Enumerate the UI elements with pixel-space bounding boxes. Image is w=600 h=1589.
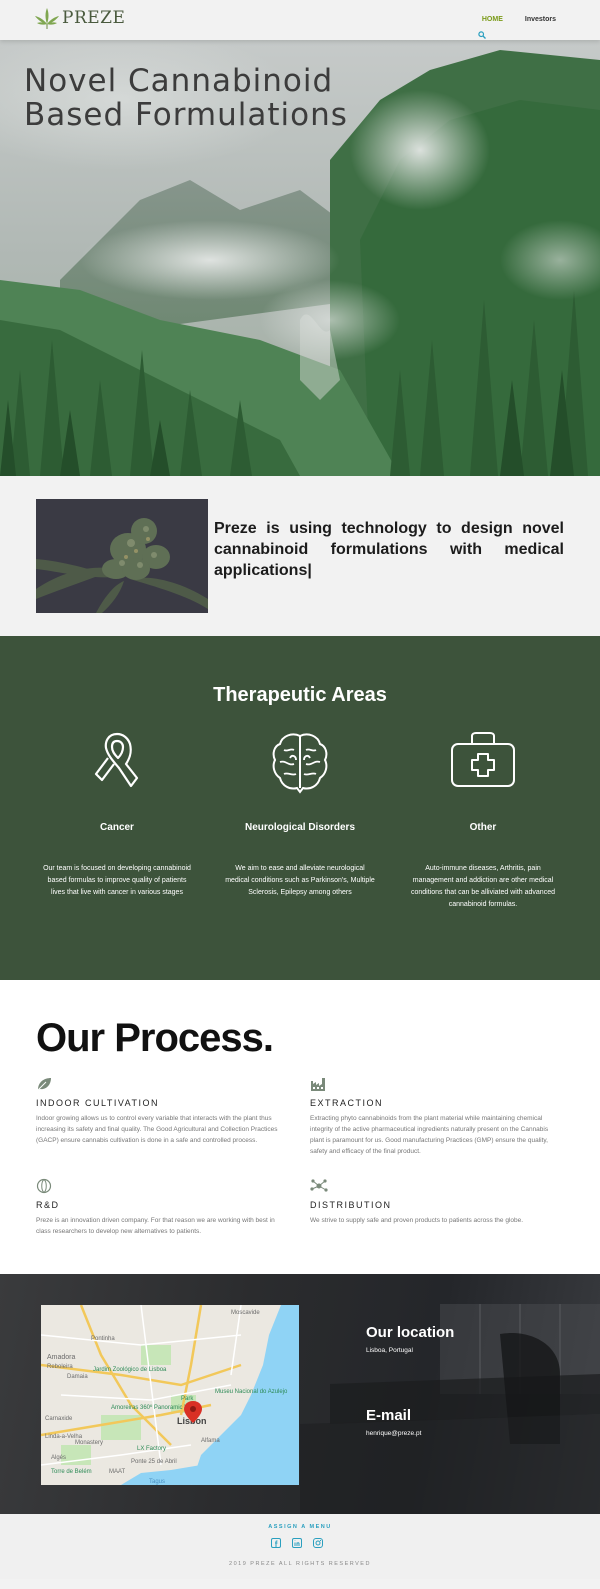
- intro-text: Preze is using technology to design nove…: [214, 520, 564, 579]
- footer-menu-link[interactable]: ASSIGN A MENU: [0, 1524, 600, 1530]
- network-icon: [310, 1179, 328, 1192]
- map-label-lxfactory: LX Factory: [137, 1446, 166, 1452]
- map-label-tagus: Tagus: [149, 1479, 165, 1485]
- globe-icon: [36, 1178, 52, 1194]
- map-label-pontinha: Pontinha: [91, 1336, 115, 1342]
- site-header: PREZE HOME Investors: [0, 0, 600, 40]
- map-label-alges: Algés: [51, 1455, 66, 1461]
- map-label-zoo: Jardim Zoológico de Lisboa: [93, 1367, 167, 1373]
- area-description: Our team is focused on developing cannab…: [43, 865, 191, 896]
- map-label-reboleira: Reboleira: [47, 1364, 73, 1370]
- process-description: Extracting phyto cannabinoids from the p…: [310, 1115, 549, 1155]
- process-item-rnd: R&D Preze is an innovation driven compan…: [36, 1178, 288, 1237]
- location-map[interactable]: Moscavide Amadora Reboleira Pontinha Dam…: [41, 1305, 299, 1485]
- area-name: Cancer: [100, 822, 134, 833]
- search-icon[interactable]: [478, 31, 486, 39]
- factory-icon: [311, 1078, 325, 1091]
- ribbon-icon: [94, 732, 139, 788]
- hero-title: Novel Cannabinoid Based Formulations: [24, 64, 364, 132]
- logo-text: PREZE: [62, 8, 126, 28]
- site-footer: ASSIGN A MENU 2019 PREZE ALL RIGHTS RESE…: [0, 1514, 600, 1579]
- map-label-alfama: Alfama: [201, 1438, 220, 1444]
- area-name: Neurological Disorders: [244, 822, 356, 833]
- map-label-monastery: Monastery: [75, 1440, 103, 1446]
- area-other: Other Auto-immune diseases, Arthritis, p…: [408, 730, 558, 911]
- intro-section: Preze is using technology to design nove…: [0, 476, 600, 636]
- location-title: Our location: [366, 1324, 455, 1341]
- area-name: Other: [469, 822, 497, 833]
- process-item-cultivation: INDOOR CULTIVATION Indoor growing allows…: [36, 1076, 288, 1146]
- area-description: We aim to ease and alleviate neurologica…: [225, 865, 375, 896]
- process-title: Our Process.: [36, 1016, 274, 1060]
- process-name: EXTRACTION: [310, 1098, 384, 1108]
- map-label-ponte: Ponte 25 de Abril: [131, 1459, 177, 1465]
- hero-title-line1: Novel Cannabinoid: [24, 63, 334, 99]
- hero-title-line2: Based Formulations: [24, 97, 348, 133]
- map-label-moscavide: Moscavide: [231, 1310, 260, 1316]
- email-address[interactable]: henrique@preze.pt: [366, 1430, 421, 1437]
- map-label-amadora: Amadora: [47, 1354, 76, 1361]
- therapeutic-areas-section: Therapeutic Areas Cancer Our team is foc…: [0, 636, 600, 980]
- area-cancer: Cancer Our team is focused on developing…: [42, 730, 192, 899]
- map-label-carnaxide: Carnaxide: [45, 1416, 73, 1422]
- leaf-icon: [36, 1078, 51, 1092]
- linkedin-icon[interactable]: [292, 1535, 302, 1548]
- process-description: Indoor growing allows us to control ever…: [36, 1115, 278, 1144]
- process-item-distribution: DISTRIBUTION We strive to supply safe an…: [310, 1178, 562, 1226]
- nav-home[interactable]: HOME: [482, 16, 503, 23]
- cannabis-plant-photo: [36, 499, 208, 613]
- area-neurological: Neurological Disorders We aim to ease an…: [225, 730, 375, 899]
- map-label-museu: Museu Nacional do Azulejo: [215, 1389, 288, 1395]
- process-section: Our Process. INDOOR CULTIVATION Indoor g…: [0, 980, 600, 1274]
- process-item-extraction: EXTRACTION Extracting phyto cannabinoids…: [310, 1076, 562, 1157]
- main-nav: HOME Investors: [482, 16, 556, 23]
- location-address: Lisboa, Portugal: [366, 1347, 413, 1354]
- process-description: We strive to supply safe and proven prod…: [310, 1217, 524, 1224]
- social-links: [271, 1535, 323, 1548]
- location-section: Moscavide Amadora Reboleira Pontinha Dam…: [0, 1274, 600, 1514]
- process-name: R&D: [36, 1200, 60, 1210]
- therapeutic-title: Therapeutic Areas: [213, 684, 387, 706]
- nav-investors[interactable]: Investors: [525, 16, 556, 23]
- copyright-text: 2019 PREZE ALL RIGHTS RESERVED: [229, 1561, 371, 1567]
- site-logo[interactable]: PREZE: [34, 6, 125, 30]
- map-label-maat: MAAT: [109, 1469, 126, 1475]
- map-label-belem: Torre de Belém: [51, 1469, 92, 1475]
- process-description: Preze is an innovation driven company. F…: [36, 1217, 275, 1235]
- first-aid-kit-icon: [451, 732, 515, 787]
- area-description: Auto-immune diseases, Arthritis, pain ma…: [411, 865, 555, 908]
- map-label-damaia: Damaia: [67, 1374, 88, 1380]
- process-name: INDOOR CULTIVATION: [36, 1098, 160, 1108]
- brain-icon: [272, 733, 328, 794]
- email-title: E-mail: [366, 1407, 412, 1424]
- instagram-icon[interactable]: [313, 1535, 323, 1548]
- cannabis-leaf-icon: [35, 8, 59, 29]
- facebook-icon[interactable]: [271, 1535, 281, 1548]
- process-name: DISTRIBUTION: [310, 1200, 392, 1210]
- hero-section: Novel Cannabinoid Based Formulations: [0, 40, 600, 476]
